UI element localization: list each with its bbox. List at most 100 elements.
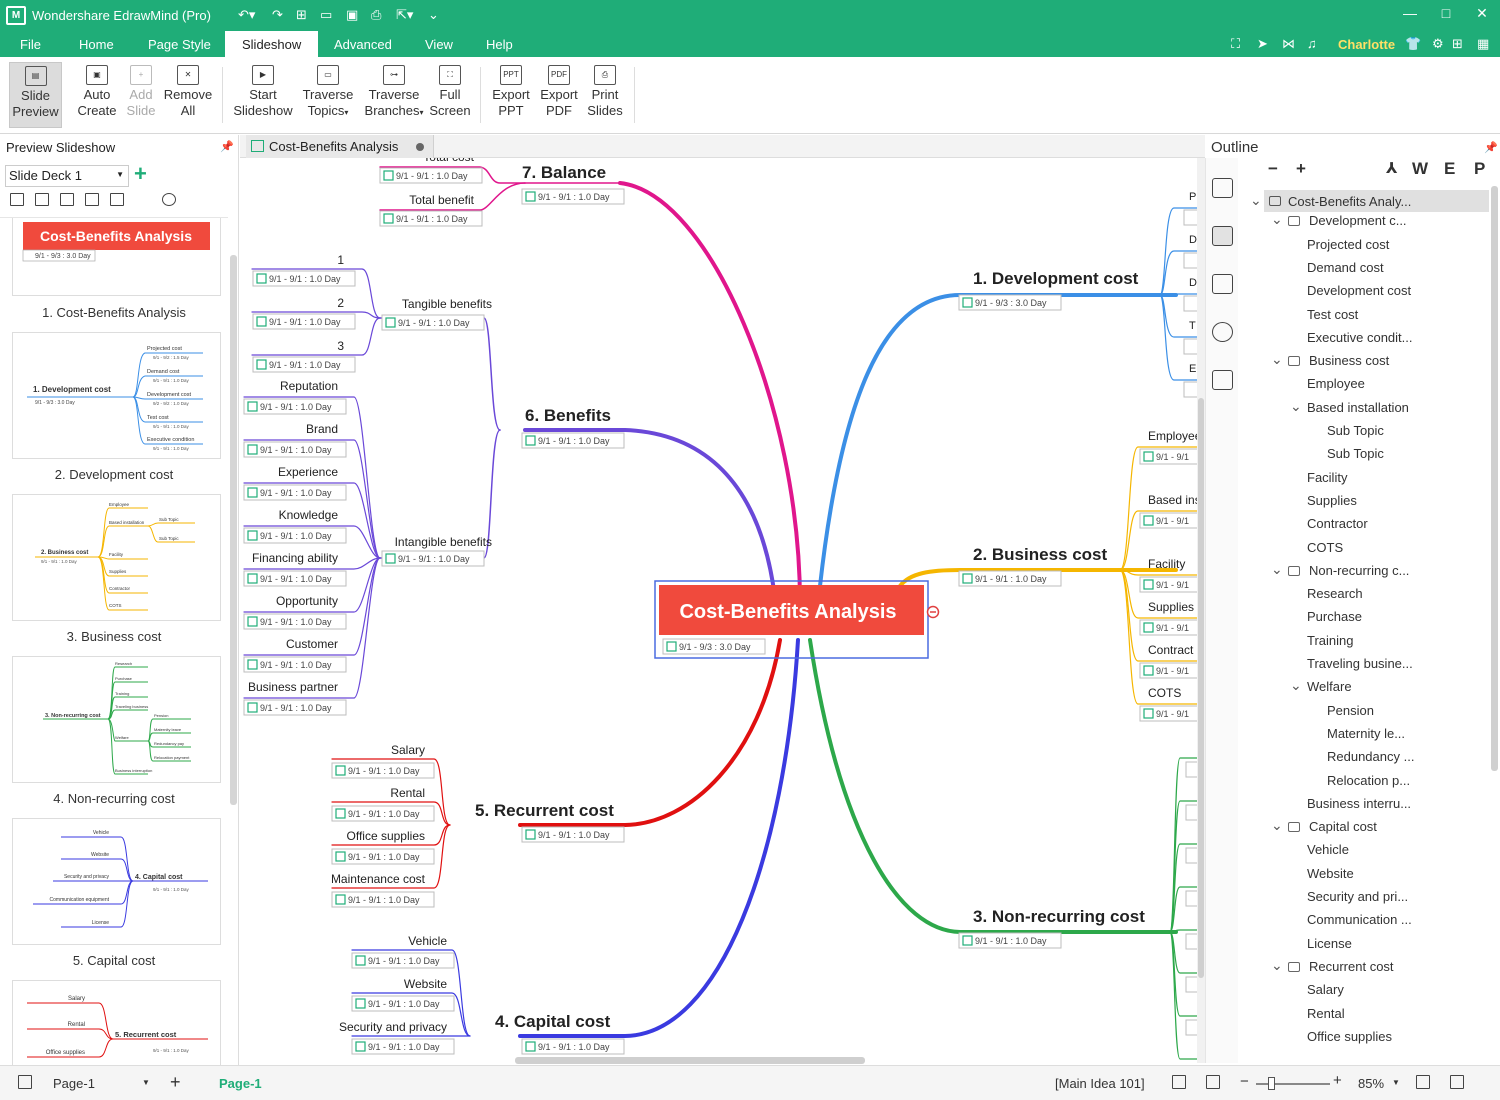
outline-list-icon[interactable] — [1212, 226, 1233, 246]
share-icon[interactable]: ⋈ — [1282, 36, 1295, 52]
outline-item[interactable]: Redundancy ... — [1327, 749, 1414, 764]
outline-item[interactable]: Website — [1307, 866, 1354, 881]
expand-button[interactable]: + — [1296, 159, 1306, 179]
pin-icon[interactable]: 📌 — [1484, 141, 1498, 154]
panel-toggle-icon[interactable] — [18, 1075, 32, 1089]
menu-home[interactable]: Home — [79, 37, 114, 52]
chevron-down-icon[interactable]: ▼ — [1392, 1078, 1400, 1087]
chevron-down-icon[interactable]: ⌄ — [1271, 211, 1283, 228]
export-ppt-button[interactable]: P — [1474, 159, 1485, 179]
outline-item[interactable]: License — [1307, 936, 1352, 951]
outline-item[interactable]: Sub Topic — [1327, 423, 1384, 438]
outline-item[interactable]: COTS — [1307, 540, 1343, 555]
slide-thumbnail[interactable]: Cost-Benefits Analysis 9/1 - 9/3 : 3.0 D… — [12, 218, 221, 296]
outline-item[interactable]: Maternity le... — [1327, 726, 1405, 741]
fit-page-icon[interactable] — [1172, 1075, 1186, 1089]
outline-item[interactable]: Sub Topic — [1327, 446, 1384, 461]
outline-item[interactable]: Rental — [1307, 1006, 1345, 1021]
page-select[interactable]: Page-1 — [53, 1076, 95, 1091]
slide-thumbnail[interactable]: 4. Capital cost 9/1 - 9/1 : 1.0 Day Vehi… — [12, 818, 221, 945]
outline-item[interactable]: Training — [1307, 633, 1353, 648]
outline-item[interactable]: Facility — [1307, 470, 1347, 485]
chevron-down-icon[interactable]: ⌄ — [1271, 817, 1283, 834]
slide-preview-button[interactable]: ▤ Slide Preview — [9, 62, 62, 128]
clipart-icon[interactable] — [1212, 322, 1233, 342]
zoom-slider-knob[interactable] — [1268, 1077, 1275, 1090]
outline-item[interactable]: Security and pri... — [1307, 889, 1408, 904]
start-slideshow-button[interactable]: ▶ Start Slideshow — [230, 62, 296, 128]
outline-item[interactable]: Test cost — [1307, 307, 1358, 322]
theme-icon[interactable]: 👕 — [1405, 36, 1421, 52]
outline-item[interactable]: Projected cost — [1307, 237, 1389, 252]
slide-tool-icon[interactable] — [35, 193, 49, 206]
chevron-down-icon[interactable]: ⌄ — [1271, 561, 1283, 578]
slide-thumbnail[interactable]: 1. Development cost 9/1 - 9/3 : 3.0 Day … — [12, 332, 221, 459]
menu-advanced[interactable]: Advanced — [334, 37, 392, 52]
outline-item[interactable]: ⌄ Recurrent cost — [1271, 957, 1394, 974]
outline-item[interactable]: ⌄ Based installation — [1290, 398, 1409, 415]
export-ppt-button[interactable]: PPT Export PPT — [488, 62, 534, 128]
task-icon[interactable] — [1212, 370, 1233, 390]
outline-item[interactable]: Executive condit... — [1307, 330, 1413, 345]
chevron-down-icon[interactable]: ⌄ — [1290, 677, 1302, 694]
scroll-thumb[interactable] — [1198, 398, 1204, 978]
slide-thumbnail[interactable]: 3. Non-recurring cost Research Purchase … — [12, 656, 221, 783]
outline-item[interactable]: Salary — [1307, 982, 1344, 997]
outline-item[interactable]: Contractor — [1307, 516, 1368, 531]
menu-file[interactable]: File — [20, 37, 41, 52]
traverse-branches-button[interactable]: ⊶ Traverse Branches▾ — [362, 62, 426, 128]
outline-item[interactable]: ⌄ Business cost — [1271, 351, 1389, 368]
outline-item[interactable]: ⌄ Cost-Benefits Analy... — [1250, 190, 1489, 212]
add-deck-icon[interactable]: + — [134, 163, 147, 185]
settings-icon[interactable]: ⚙ — [1432, 36, 1444, 52]
traverse-topics-button[interactable]: ▭ Traverse Topics▾ — [299, 62, 357, 128]
redo-icon[interactable]: ↷ — [272, 7, 283, 23]
slide-tool-icon[interactable] — [85, 193, 99, 206]
fit-window-icon[interactable] — [1416, 1075, 1430, 1089]
export-word-button[interactable]: W — [1412, 159, 1428, 179]
outline-item[interactable]: Traveling busine... — [1307, 656, 1413, 671]
outline-item[interactable]: Business interru... — [1307, 796, 1411, 811]
notification-icon[interactable]: ♫ — [1307, 36, 1317, 51]
outline-item[interactable]: Pension — [1327, 703, 1374, 718]
mindmap-canvas[interactable]: Cost-Benefits Analysis 9/1 - 9/3 : 3.0 Da… — [240, 158, 1197, 1063]
slide-tool-icon[interactable] — [110, 193, 124, 206]
chevron-down-icon[interactable]: ⌄ — [1271, 957, 1283, 974]
mark-icon[interactable] — [1212, 274, 1233, 294]
auto-create-button[interactable]: ▣ Auto Create — [73, 62, 121, 128]
chevron-down-icon[interactable]: ⌄ — [1250, 192, 1262, 209]
skin-icon[interactable]: ▦ — [1477, 36, 1489, 52]
page-tab-current[interactable]: Page-1 — [219, 1076, 262, 1091]
zoom-level[interactable]: 85% — [1358, 1076, 1384, 1091]
menu-view[interactable]: View — [425, 37, 453, 52]
print-icon[interactable]: ⎙ — [371, 7, 381, 23]
customize-icon[interactable]: ⌄ — [428, 7, 439, 23]
outline-item[interactable]: Office supplies — [1307, 1029, 1392, 1044]
outline-item[interactable]: Supplies — [1307, 493, 1357, 508]
minimize-icon[interactable]: — — [1400, 5, 1420, 21]
close-icon[interactable]: ✕ — [1472, 5, 1492, 22]
slides-scrollbar[interactable] — [230, 255, 237, 805]
save-icon[interactable]: ▣ — [346, 7, 358, 23]
fullscreen-icon[interactable]: ⛶ — [1231, 36, 1240, 52]
slide-thumbnail[interactable]: 2. Business cost 9/1 - 9/1 : 1.0 Day Emp… — [12, 494, 221, 621]
new-icon[interactable]: ⊞ — [296, 7, 307, 23]
apps-icon[interactable]: ⊞ — [1452, 36, 1463, 52]
user-name[interactable]: Charlotte — [1338, 37, 1395, 52]
chevron-down-icon[interactable]: ⌄ — [1271, 351, 1283, 368]
outline-item[interactable]: Research — [1307, 586, 1363, 601]
outline-item[interactable]: Development cost — [1307, 283, 1411, 298]
zoom-out-icon[interactable]: − — [1240, 1073, 1249, 1090]
outline-scrollbar[interactable] — [1491, 186, 1498, 771]
slide-thumbnail[interactable]: 5. Recurrent cost 9/1 - 9/1 : 1.0 Day Sa… — [12, 980, 221, 1065]
pin-icon[interactable]: 📌 — [220, 140, 234, 153]
pdf-export-icon[interactable]: ⅄ — [1386, 159, 1397, 177]
open-folder-icon[interactable]: ▭ — [320, 7, 332, 23]
export-pdf-button[interactable]: PDF Export PDF — [536, 62, 582, 128]
slide-deck-select[interactable]: Slide Deck 1 ▼ — [5, 165, 129, 187]
remove-all-button[interactable]: ✕ Remove All — [162, 62, 214, 128]
outline-item[interactable]: Demand cost — [1307, 260, 1384, 275]
maximize-icon[interactable]: □ — [1436, 5, 1456, 21]
chevron-down-icon[interactable]: ⌄ — [1290, 398, 1302, 415]
format-brush-icon[interactable] — [1212, 178, 1233, 198]
